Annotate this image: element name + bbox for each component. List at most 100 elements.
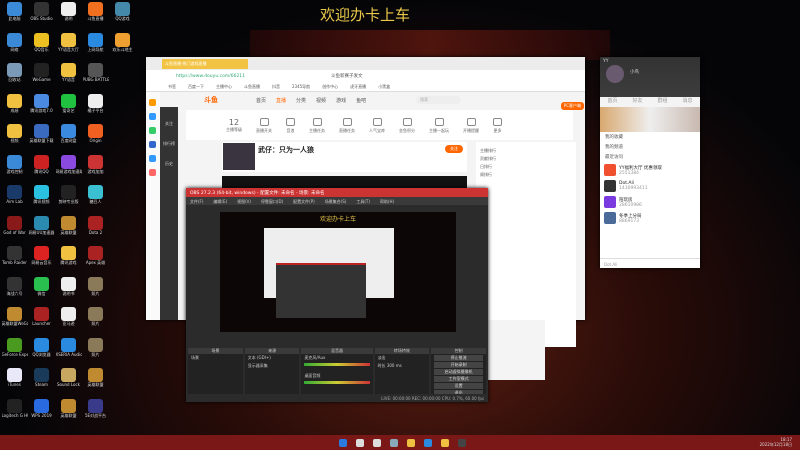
quick-action[interactable]: 人气宝库 [369, 118, 385, 140]
desktop-icon[interactable]: OBS Studio [28, 2, 55, 33]
channel-item[interactable]: 陪玩房 28610986 [600, 194, 700, 210]
left-nav-item[interactable]: 历史 [160, 161, 178, 167]
taskbar-app-icon[interactable] [373, 438, 381, 447]
nav-item[interactable]: 首页 [256, 97, 266, 104]
follow-button[interactable]: 关注 [445, 145, 463, 153]
nav-item[interactable]: 游戏 [336, 97, 346, 104]
desktop-icon[interactable] [109, 216, 136, 247]
desktop-icon[interactable]: 英雄联盟 [55, 398, 82, 430]
desktop-icon[interactable]: 照片 [82, 307, 109, 338]
desktop-icon[interactable]: 爱奇艺 [55, 93, 82, 125]
taskbar-app-icon[interactable] [356, 438, 364, 447]
control-button[interactable]: 启动虚拟摄像机 [434, 369, 483, 375]
taskbar-app-icon[interactable] [424, 438, 432, 447]
desktop-icon[interactable]: 海战六号 [1, 276, 28, 308]
desktop-icon[interactable]: 说明书 [55, 276, 82, 308]
taskbar-app-icon[interactable] [458, 438, 466, 447]
obs-menu-item[interactable]: 帮助(H) [380, 199, 394, 204]
bookmark[interactable]: 斗鱼直播 [244, 84, 260, 90]
channel-item[interactable]: 冬季上分局 8869173 [600, 210, 700, 226]
desktop-icon[interactable] [109, 124, 136, 155]
nav-item[interactable]: 视频 [316, 97, 326, 104]
desktop-icon[interactable] [109, 63, 136, 94]
desktop-icon[interactable]: 微信 [28, 276, 55, 308]
quick-action[interactable]: 主播一起玩 [429, 118, 449, 140]
desktop-icon[interactable] [109, 338, 136, 369]
desktop-icon[interactable] [109, 246, 136, 277]
taskbar-app-icon[interactable] [441, 438, 449, 447]
desktop-icon[interactable]: 腾讯游戏7.0 [28, 93, 55, 125]
taskbar-app-icon[interactable] [339, 438, 347, 447]
yy-banner[interactable] [600, 107, 700, 132]
desktop-icon[interactable]: Aim Lab [1, 185, 28, 216]
control-button[interactable]: 停止推流 [434, 355, 483, 361]
rank-tab[interactable]: 周排行 [480, 172, 572, 178]
taskbar-app-icon[interactable] [407, 438, 415, 447]
left-nav-item[interactable]: 排行榜 [160, 141, 178, 147]
desktop-icon[interactable]: QQ游戏 [109, 2, 136, 33]
obs-menu-item[interactable]: 文件(F) [190, 199, 203, 204]
desktop-icon[interactable]: 欢乐斗地主 [109, 32, 136, 64]
bookmark[interactable]: 小黑盒 [378, 84, 390, 90]
desktop-icon[interactable]: 照片 [82, 276, 109, 308]
desktop-icon[interactable]: 腾讯游戏 [55, 246, 82, 277]
desktop-icon[interactable]: 亚马逊 [55, 307, 82, 338]
rank-tab[interactable]: 主播排行 [480, 148, 572, 154]
yy-tab[interactable]: 首页 [607, 97, 617, 107]
control-button[interactable]: 工作室模式 [434, 376, 483, 382]
desktop-icon[interactable]: 糖豆人 [82, 185, 109, 216]
desktop-icon[interactable]: Logitech G HUB [1, 398, 28, 430]
desktop-icon[interactable]: 回收站 [1, 63, 28, 94]
nav-item[interactable]: 直播 [276, 97, 286, 104]
desktop-icon[interactable]: WPS 2019 [28, 398, 55, 430]
desktop-icon[interactable]: 说明 [55, 2, 82, 33]
desktop-icon[interactable]: 游戏控制 [1, 154, 28, 186]
bookmark[interactable]: 虎牙直播 [350, 84, 366, 90]
desktop-icon[interactable]: Apex 英雄 [82, 246, 109, 277]
desktop-icon[interactable]: Dota 2 [82, 215, 109, 247]
source-item[interactable]: 显示器采集 [245, 362, 300, 370]
desktop-icon[interactable]: 游戏加加 [82, 154, 109, 186]
search-hint[interactable]: 斗鱼新赛子发文 [331, 73, 363, 79]
desktop-icon[interactable]: iTunes [1, 368, 28, 399]
desktop-icon[interactable]: PUBG BATTLEGR... [82, 63, 109, 94]
desktop-icon[interactable]: 网易游戏加速助手 [55, 154, 82, 186]
quick-action[interactable]: 12 主播等级 [226, 118, 242, 140]
desktop-icon[interactable]: 照片 [82, 337, 109, 369]
left-nav-item[interactable]: 关注 [160, 121, 178, 127]
desktop-icon[interactable]: 斗鱼直播 [82, 2, 109, 33]
desktop-icon[interactable] [109, 277, 136, 308]
rank-tab[interactable]: 日排行 [480, 164, 572, 170]
desktop-icon[interactable]: 英雄联盟 [55, 215, 82, 247]
address-bar[interactable]: https://www.douyu.com/66211 斗鱼新赛子发文 [146, 70, 585, 82]
desktop-icon[interactable]: 英雄联盟 [82, 368, 109, 399]
quick-action[interactable]: 主播任务 [309, 118, 325, 140]
quick-action[interactable]: 直播开关 [256, 118, 272, 140]
desktop-icon[interactable]: Sound Lock [55, 368, 82, 399]
obs-menu-item[interactable]: 视图(V) [237, 199, 251, 204]
yy-tab[interactable]: 消息 [682, 97, 692, 107]
desktop-icon[interactable]: 英雄联盟下载 [28, 124, 55, 155]
desktop-icon[interactable]: 英雄联盟WeGame版 [1, 307, 28, 338]
desktop-icon[interactable]: 上网导航 [82, 32, 109, 64]
channel-item[interactable]: YY福利大厅 优惠领取 2551384 [600, 162, 700, 178]
bookmark[interactable]: 主播中心 [216, 84, 232, 90]
desktop-icon[interactable]: XSERIA Audio [55, 337, 82, 369]
bookmark[interactable]: 抖音 [272, 84, 280, 90]
desktop-icon[interactable] [109, 94, 136, 125]
transition-select[interactable]: 淡出 [375, 354, 430, 362]
quick-action[interactable]: 更多 [493, 118, 502, 140]
quick-action[interactable]: 音浪 [286, 118, 295, 140]
system-tray-clock[interactable]: 18:17 2022年12月18日 [760, 437, 792, 447]
desktop-icon[interactable]: 腾讯视频 [28, 185, 55, 216]
nav-item[interactable]: 分类 [296, 97, 306, 104]
duration-input[interactable]: 300 ms [387, 363, 402, 368]
source-item[interactable]: 文本 (GDI+) [245, 354, 300, 362]
obs-menu-item[interactable]: 工具(T) [356, 199, 370, 204]
obs-menu-item[interactable]: 场景集合(S) [325, 199, 347, 204]
obs-menu-item[interactable]: 停靠窗口(D) [261, 199, 283, 204]
browser-tab[interactable]: 斗鱼直播-热门游戏直播 [162, 58, 248, 69]
site-search-input[interactable]: 搜索 [416, 96, 462, 104]
rank-tab[interactable]: 贡献排行 [480, 156, 572, 162]
desktop-icon[interactable]: QQ浏览器 [28, 337, 55, 369]
